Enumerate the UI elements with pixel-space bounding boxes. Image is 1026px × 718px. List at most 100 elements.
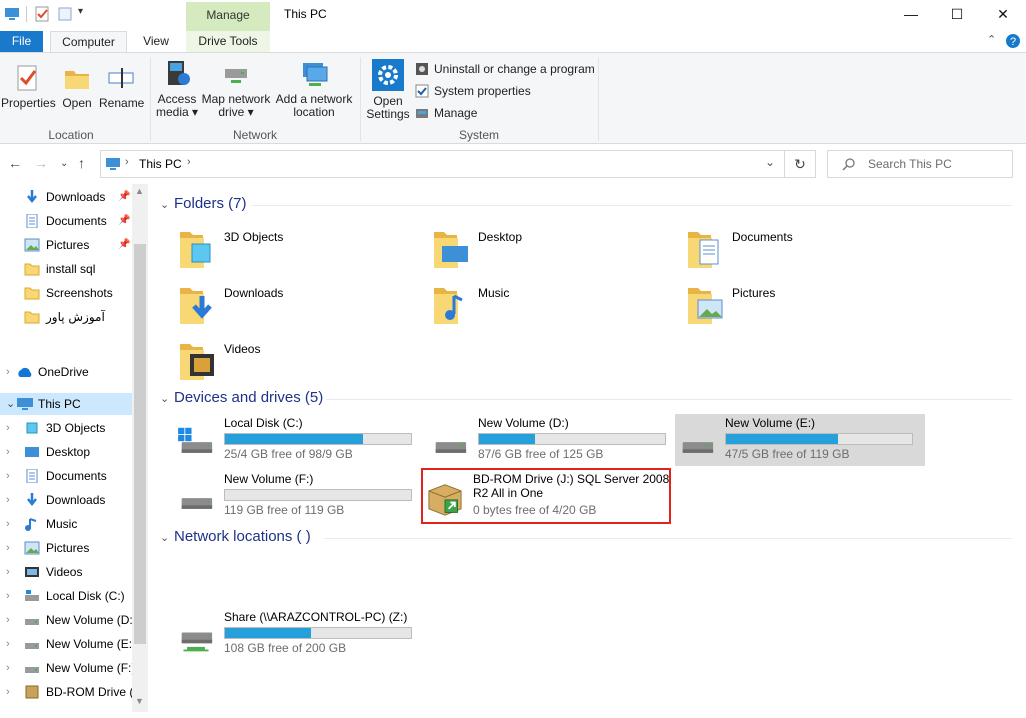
address-bar[interactable]: › This PC › ⌄ xyxy=(100,150,785,178)
folders-section-header[interactable]: ⌄ Folders (7) xyxy=(160,193,247,215)
properties-quick-icon[interactable] xyxy=(34,6,50,22)
expand-chevron-icon[interactable]: › xyxy=(6,561,10,583)
customize-quick-access-icon[interactable]: ▾ xyxy=(78,6,83,17)
expand-chevron-icon[interactable]: › xyxy=(6,681,10,703)
manage-button[interactable]: Manage xyxy=(415,104,477,122)
access-media-label-2: media ▾ xyxy=(155,105,199,119)
nav-item-pc-child[interactable]: › Local Disk (C:) xyxy=(0,585,132,607)
tab-view[interactable]: View xyxy=(133,31,179,52)
nav-item-onedrive[interactable]: › OneDrive xyxy=(0,361,132,383)
pin-icon[interactable]: 📌 xyxy=(118,210,130,232)
access-media-button[interactable]: Access media ▾ xyxy=(155,59,199,119)
drive-new-volume-e[interactable]: New Volume (E:) 47/5 GB free of 119 GB xyxy=(675,414,925,466)
nav-item-this-pc[interactable]: ⌄ This PC xyxy=(0,393,132,415)
manage-context-tab[interactable]: Manage xyxy=(186,2,270,31)
this-pc-icon[interactable] xyxy=(4,6,20,22)
nav-item-install-sql[interactable]: install sql xyxy=(0,258,132,280)
map-network-drive-button[interactable]: Map network drive ▾ xyxy=(201,59,271,119)
forward-arrow-icon[interactable]: → xyxy=(34,155,48,171)
expand-chevron-icon[interactable]: › xyxy=(6,441,10,463)
expand-chevron-icon[interactable]: › xyxy=(6,633,10,655)
expand-chevron-icon[interactable]: › xyxy=(6,361,10,383)
title-bar: ▾ Manage This PC — ☐ ✕ xyxy=(0,0,1026,31)
tab-file[interactable]: File xyxy=(0,31,43,52)
maximize-button[interactable]: ☐ xyxy=(934,0,980,28)
expand-chevron-icon[interactable]: › xyxy=(6,609,10,631)
recent-locations-chevron-icon[interactable]: ⌄ xyxy=(60,158,68,169)
tab-computer[interactable]: Computer xyxy=(50,31,127,52)
back-arrow-icon[interactable]: ← xyxy=(8,155,22,171)
expand-chevron-icon[interactable]: › xyxy=(6,537,10,559)
collapse-chevron-icon[interactable]: ⌄ xyxy=(6,393,15,415)
nav-item-pictures-pinned[interactable]: Pictures 📌 xyxy=(0,234,132,256)
pin-icon[interactable]: 📌 xyxy=(118,234,130,256)
refresh-button[interactable]: ↻ xyxy=(785,150,816,178)
properties-button[interactable]: Properties xyxy=(1,63,56,110)
expand-chevron-icon[interactable]: › xyxy=(6,513,10,535)
network-drive-share-z[interactable]: Share (\\ARAZCONTROL-PC) (Z:) 108 GB free… xyxy=(174,608,424,660)
drive-new-volume-f[interactable]: New Volume (F:) 119 GB free of 119 GB xyxy=(174,470,424,522)
nav-item-pc-child[interactable]: › New Volume (F:) xyxy=(0,657,132,679)
expand-chevron-icon[interactable]: › xyxy=(6,417,10,439)
add-network-location-button[interactable]: Add a network location xyxy=(273,59,355,119)
uninstall-program-button[interactable]: Uninstall or change a program xyxy=(415,60,595,78)
up-arrow-icon[interactable]: ↑ xyxy=(78,155,85,171)
breadcrumb-chevron-icon[interactable]: › xyxy=(125,156,129,168)
nav-item-pc-child[interactable]: › Documents xyxy=(0,465,132,487)
drive-free-space: 25/4 GB free of 98/9 GB xyxy=(224,447,353,461)
folder-documents[interactable]: Documents xyxy=(686,224,926,274)
group-label-system: System xyxy=(458,128,499,142)
nav-item-pc-child[interactable]: › Downloads xyxy=(0,489,132,511)
new-folder-quick-icon[interactable] xyxy=(57,6,73,22)
pin-icon[interactable]: 📌 xyxy=(118,186,130,208)
nav-item-pc-child[interactable]: › 3D Objects xyxy=(0,417,132,439)
collapse-chevron-icon[interactable]: ⌄ xyxy=(160,527,174,549)
network-section-header[interactable]: ⌄ Network locations ( ) xyxy=(160,526,311,548)
nav-item-pc-child[interactable]: › New Volume (E:) xyxy=(0,633,132,655)
drive-local-disk-c[interactable]: Local Disk (C:) 25/4 GB free of 98/9 GB xyxy=(174,414,424,466)
open-button[interactable]: Open xyxy=(58,63,96,110)
folder-icon xyxy=(24,263,40,276)
devices-section-header[interactable]: ⌄ Devices and drives (5) xyxy=(160,387,323,409)
nav-item-pc-child[interactable]: › BD-ROM Drive (. xyxy=(0,681,132,703)
drive-bd-rom-j[interactable]: BD-ROM Drive (J:) SQL Server 2008 R2 All … xyxy=(421,468,671,524)
nav-item-documents-pinned[interactable]: Documents 📌 xyxy=(0,210,132,232)
rename-button[interactable]: Rename xyxy=(99,63,144,110)
expand-chevron-icon[interactable]: › xyxy=(6,657,10,679)
folder-videos[interactable]: Videos xyxy=(178,336,418,386)
help-icon[interactable]: ? xyxy=(1005,33,1021,49)
nav-pane-scroll-thumb[interactable] xyxy=(134,244,146,644)
collapse-chevron-icon[interactable]: ⌄ xyxy=(160,388,174,410)
address-dropdown-icon[interactable]: ⌄ xyxy=(765,155,775,169)
folder-desktop[interactable]: Desktop xyxy=(432,224,672,274)
expand-chevron-icon[interactable]: › xyxy=(6,585,10,607)
nav-item-screenshots[interactable]: Screenshots xyxy=(0,282,132,304)
bd-drive-icon xyxy=(428,484,462,516)
scroll-up-arrow-icon[interactable]: ▲ xyxy=(135,186,144,196)
drive-new-volume-d[interactable]: New Volume (D:) 87/6 GB free of 125 GB xyxy=(428,414,678,466)
close-button[interactable]: ✕ xyxy=(980,0,1026,28)
breadcrumb-this-pc[interactable]: This PC xyxy=(139,157,182,171)
nav-item-pc-child[interactable]: › Videos xyxy=(0,561,132,583)
tab-drive-tools[interactable]: Drive Tools xyxy=(186,31,270,52)
nav-item-pc-child[interactable]: › Music xyxy=(0,513,132,535)
nav-item-pc-child[interactable]: › New Volume (D: xyxy=(0,609,132,631)
folder-3d-objects[interactable]: 3D Objects xyxy=(178,224,418,274)
collapse-chevron-icon[interactable]: ⌄ xyxy=(160,194,174,216)
expand-chevron-icon[interactable]: › xyxy=(6,489,10,511)
folder-downloads[interactable]: Downloads xyxy=(178,280,418,330)
expand-chevron-icon[interactable]: › xyxy=(6,465,10,487)
breadcrumb-chevron-icon[interactable]: › xyxy=(187,156,191,168)
nav-item-persian-folder[interactable]: آموزش پاور xyxy=(0,306,132,328)
nav-item-pc-child[interactable]: › Desktop xyxy=(0,441,132,463)
folder-music[interactable]: Music xyxy=(432,280,672,330)
nav-item-downloads-pinned[interactable]: Downloads 📌 xyxy=(0,186,132,208)
scroll-down-arrow-icon[interactable]: ▼ xyxy=(135,696,144,706)
folder-pictures[interactable]: Pictures xyxy=(686,280,926,330)
open-settings-button[interactable]: Open Settings xyxy=(364,59,412,121)
system-properties-button[interactable]: System properties xyxy=(415,82,531,100)
nav-item-pc-child[interactable]: › Pictures xyxy=(0,537,132,559)
minimize-button[interactable]: — xyxy=(888,0,934,28)
search-box[interactable]: Search This PC xyxy=(827,150,1013,178)
collapse-ribbon-icon[interactable]: ⌃ xyxy=(987,33,996,46)
